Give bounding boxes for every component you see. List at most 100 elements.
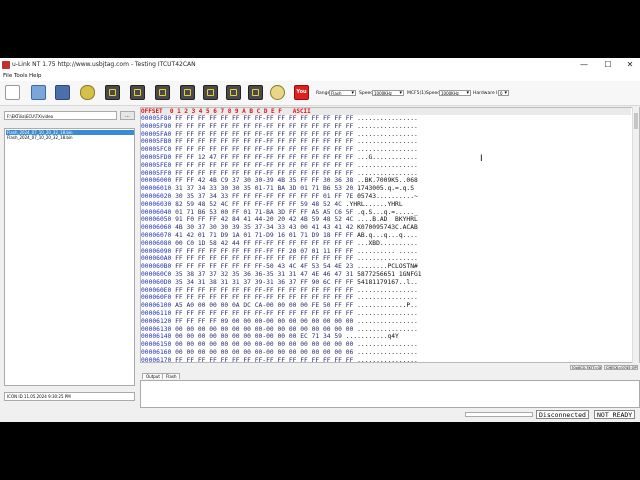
hex-ascii[interactable]: ................: [357, 115, 418, 122]
output-panel[interactable]: [140, 380, 640, 408]
browse-button[interactable]: ...: [120, 111, 135, 120]
hex-bytes[interactable]: FF FF FF FF FF FF FF FF-FF FF FF FF FF F…: [175, 170, 353, 177]
tab-output[interactable]: Output: [142, 373, 164, 379]
hex-ascii[interactable]: 54181179167..l..: [357, 279, 418, 286]
erase-chip-icon[interactable]: [180, 85, 195, 100]
hex-ascii[interactable]: .YHRL......YHRL: [346, 201, 403, 208]
hex-bytes[interactable]: FF FF 42 4B C9 37 30 30-39 4B 35 FF FF 3…: [175, 177, 353, 184]
hex-ascii[interactable]: 05743..........~: [357, 193, 418, 200]
path-field[interactable]: F:\EKTilia\ECU\TX\video: [4, 111, 117, 120]
vertical-scrollbar[interactable]: [632, 107, 639, 363]
open-folder-icon[interactable]: [31, 85, 46, 100]
hex-bytes[interactable]: FF FF FF FF FF FF FF FF-FF FF FF FF FF F…: [175, 162, 353, 169]
hex-bytes[interactable]: FF FF FF FF FF FF FF FF-FF FF FF FF FF F…: [175, 123, 353, 130]
hex-row[interactable]: 000060F0 FF FF FF FF FF FF FF FF-FF FF F…: [141, 294, 418, 302]
hex-bytes[interactable]: 00 00 00 00 00 00 00 00-00 00 00 00 00 0…: [175, 349, 353, 356]
hex-bytes[interactable]: FF FF 12 47 FF FF FF FF-FF FF FF FF FF F…: [175, 154, 353, 161]
settings-icon[interactable]: [270, 85, 285, 100]
hex-ascii[interactable]: ................: [357, 310, 418, 317]
hex-ascii[interactable]: AB.q...q...q....: [357, 232, 418, 239]
hardware-id-select[interactable]: 0: [498, 90, 509, 96]
hex-editor[interactable]: OFFSET 0 1 2 3 4 5 6 7 8 9 A B C D E F A…: [140, 107, 640, 363]
minimize-button[interactable]: —: [574, 58, 594, 72]
speed2-select[interactable]: 1000KHz: [439, 90, 471, 96]
hex-ascii[interactable]: ................: [357, 138, 418, 145]
write-chip-icon[interactable]: [130, 85, 145, 100]
hex-bytes[interactable]: 00 00 00 00 00 00 00 00-00 00 00 00 00 0…: [175, 326, 353, 333]
hex-row[interactable]: 00006160 00 00 00 00 00 00 00 00-00 00 0…: [141, 349, 418, 357]
hex-ascii[interactable]: ................: [357, 318, 418, 325]
hex-ascii[interactable]: ................: [357, 162, 418, 169]
hex-row[interactable]: 00006130 00 00 00 00 00 00 00 00-00 00 0…: [141, 326, 418, 334]
range-select[interactable]: Flash: [329, 90, 356, 96]
hex-bytes[interactable]: FF FF FF FF FF FF FF FF-FF FF FF FF FF F…: [175, 146, 353, 153]
hex-row[interactable]: 00006170 FF FF FF FF FF FF FF FF-FF FF F…: [141, 357, 418, 362]
hex-bytes[interactable]: 31 37 34 33 30 30 35 01-71 BA 3D 01 71 B…: [175, 185, 353, 192]
read-chip-icon[interactable]: [105, 85, 120, 100]
hex-bytes[interactable]: FF FF FF FF FF FF FF FF-FF FF FF FF FF F…: [175, 310, 353, 317]
hex-row[interactable]: 000060D0 35 34 31 38 31 31 37 39-31 36 3…: [141, 279, 418, 287]
identify-icon[interactable]: [248, 85, 263, 100]
hex-bytes[interactable]: FF FF FF FF 09 00 00 00-00 00 00 00 00 0…: [175, 318, 353, 325]
chip-icon[interactable]: [80, 85, 95, 100]
hex-ascii[interactable]: .q.S...q.=....._: [357, 209, 418, 216]
menu-tools[interactable]: Tools: [14, 72, 28, 81]
hex-row[interactable]: 00006100 A5 A0 00 00 00 0A DC CA-00 00 0…: [141, 302, 418, 310]
hex-ascii[interactable]: ................: [357, 146, 418, 153]
hex-ascii[interactable]: ...G............: [357, 154, 418, 161]
hex-row[interactable]: 00005FA0 FF FF FF FF FF FF FF FF-FF FF F…: [141, 131, 418, 139]
file-list[interactable]: Flash_2024_07_10_20_32_18.bin Flash_2024…: [4, 128, 135, 386]
hex-row[interactable]: 00006020 30 35 37 34 33 FF FF FF-FF FF F…: [141, 193, 418, 201]
hex-bytes[interactable]: 00 00 00 00 00 00 00 00-00 00 00 00 00 0…: [175, 341, 353, 348]
hex-bytes[interactable]: FF FF FF FF FF FF FF FF-50 43 4C 4F 53 5…: [175, 263, 353, 270]
hex-bytes[interactable]: 82 59 48 52 4C FF FF FF-FF FF FF 59 48 5…: [175, 201, 342, 208]
close-button[interactable]: ✕: [620, 58, 640, 72]
hex-bytes[interactable]: FF FF FF FF FF FF FF FF-FF FF FF FF FF F…: [175, 138, 353, 145]
hex-bytes[interactable]: 41 42 01 71 D9 1A 01 71-D9 16 01 71 D9 1…: [175, 232, 353, 239]
hex-ascii[interactable]: ................: [357, 326, 418, 333]
hex-ascii[interactable]: .......... .....: [357, 248, 418, 255]
blank-check-icon[interactable]: [203, 85, 218, 100]
hex-row[interactable]: 00006000 FF FF 42 4B C9 37 30 30-39 4B 3…: [141, 177, 418, 185]
hex-row[interactable]: 00006040 01 71 B6 53 00 FF 01 71-BA 3D F…: [141, 209, 418, 217]
hex-bytes[interactable]: FF FF FF FF FF FF FF FF-FF FF FF FF FF F…: [175, 115, 353, 122]
hex-bytes[interactable]: 01 71 B6 53 00 FF 01 71-BA 3D FF FF A5 A…: [175, 209, 353, 216]
menu-help[interactable]: Help: [29, 72, 42, 81]
hex-row[interactable]: 000060E0 FF FF FF FF FF FF FF FF-FF FF F…: [141, 287, 418, 295]
hex-row[interactable]: 00005FC0 FF FF FF FF FF FF FF FF-FF FF F…: [141, 146, 418, 154]
program-icon[interactable]: [226, 85, 241, 100]
hex-row[interactable]: 000060C0 35 38 37 37 32 35 36 36-35 31 3…: [141, 271, 422, 279]
hex-bytes[interactable]: 00 C0 1D 58 42 44 FF FF-FF FF FF FF FF F…: [175, 240, 353, 247]
hex-bytes[interactable]: FF FF FF FF FF FF FF FF-FF FF FF FF FF F…: [175, 294, 353, 301]
hex-bytes[interactable]: FF FF FF FF FF FF FF FF-FF FF FF FF FF F…: [175, 255, 353, 262]
hex-ascii[interactable]: ....B.AD BKYHRL: [357, 216, 418, 223]
hex-bytes[interactable]: 35 38 37 37 32 35 36 36-35 31 31 47 4E 4…: [175, 271, 353, 278]
hex-bytes[interactable]: FF FF FF FF FF FF FF FF-FF FF FF FF FF F…: [175, 287, 353, 294]
hex-row[interactable]: 00006070 41 42 01 71 D9 1A 01 71-D9 16 0…: [141, 232, 418, 240]
hex-ascii[interactable]: ........PCLOSTN#: [357, 263, 418, 270]
hex-ascii[interactable]: K070095743C.ACAB: [357, 224, 418, 231]
hex-row[interactable]: 00005FF0 FF FF FF FF FF FF FF FF-FF FF F…: [141, 170, 418, 178]
hex-ascii[interactable]: ................: [357, 170, 418, 177]
hex-ascii[interactable]: ................: [357, 123, 418, 130]
hex-row[interactable]: 00006030 82 59 48 52 4C FF FF FF-FF FF F…: [141, 201, 403, 209]
scroll-thumb[interactable]: [634, 113, 638, 129]
hex-row[interactable]: 00005FD0 FF FF 12 47 FF FF FF FF-FF FF F…: [141, 154, 418, 162]
hex-row[interactable]: 00006120 FF FF FF FF 09 00 00 00-00 00 0…: [141, 318, 418, 326]
youtube-icon[interactable]: You: [294, 85, 309, 100]
hex-row[interactable]: 00006060 4B 30 37 30 30 39 35 37-34 33 4…: [141, 224, 418, 232]
hex-row[interactable]: 00005FE0 FF FF FF FF FF FF FF FF-FF FF F…: [141, 162, 418, 170]
hex-row[interactable]: 00006090 FF FF FF FF FF FF FF FF-FF FF 2…: [141, 248, 418, 256]
hex-ascii[interactable]: ................: [357, 349, 418, 356]
hex-row[interactable]: 00006140 00 00 00 00 00 00 00 00-00 00 0…: [141, 333, 399, 341]
hex-bytes[interactable]: FF FF FF FF FF FF FF FF-FF FF FF FF FF F…: [175, 131, 353, 138]
hex-row[interactable]: 000060B0 FF FF FF FF FF FF FF FF-50 43 4…: [141, 263, 418, 271]
hex-ascii[interactable]: ...........q4Y: [346, 333, 399, 340]
hex-ascii[interactable]: ................: [357, 294, 418, 301]
hex-ascii[interactable]: 5877256651 1GNFG1: [357, 271, 421, 278]
hex-row[interactable]: 00006150 00 00 00 00 00 00 00 00-00 00 0…: [141, 341, 418, 349]
hex-row[interactable]: 00005F90 FF FF FF FF FF FF FF FF-FF FF F…: [141, 123, 418, 131]
tab-flash[interactable]: Flash: [162, 373, 181, 379]
hex-bytes[interactable]: 00 00 00 00 00 00 00 00-00 00 00 EC 71 3…: [175, 333, 342, 340]
maximize-button[interactable]: ☐: [598, 58, 618, 72]
